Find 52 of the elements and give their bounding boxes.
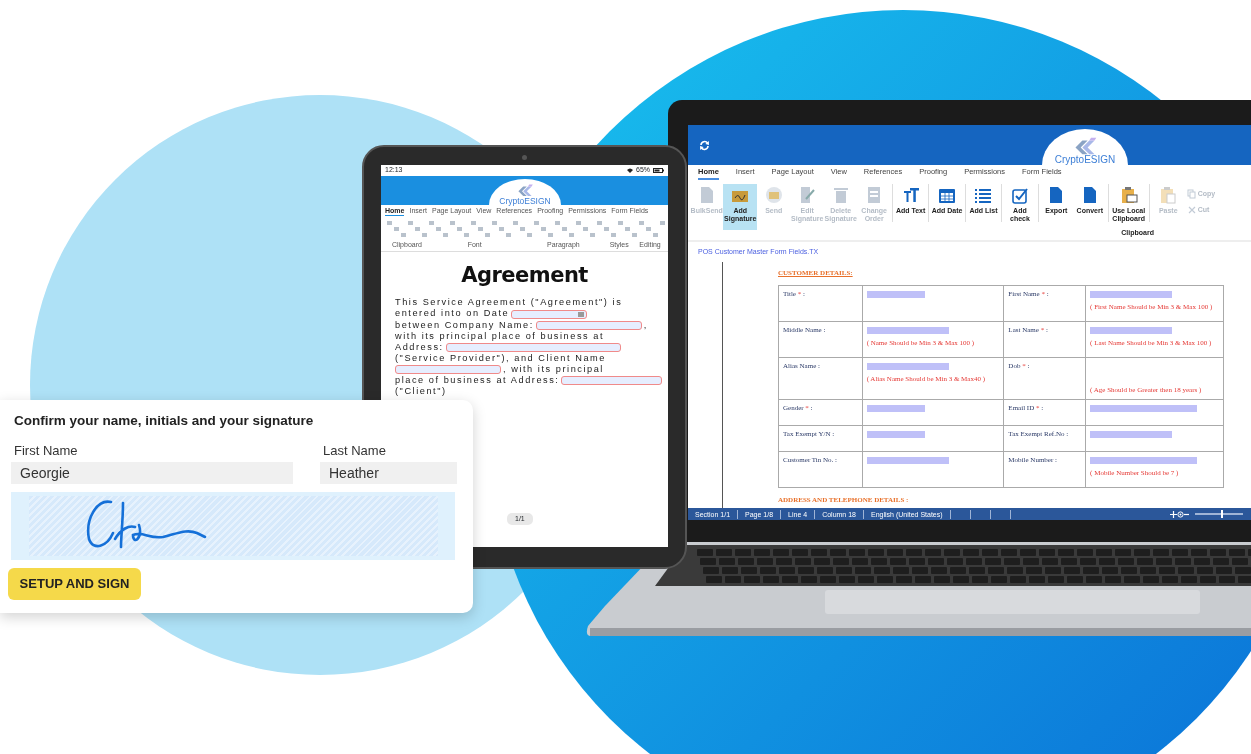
input-field[interactable] xyxy=(1090,430,1173,438)
setup-and-sign-button[interactable]: SETUP AND SIGN xyxy=(8,568,141,600)
agreement-text: with its principal place of business at xyxy=(395,330,605,342)
input-field[interactable] xyxy=(866,363,949,370)
checkbox-icon xyxy=(1009,186,1030,204)
agreement-text: Address: xyxy=(395,341,444,353)
text-field[interactable]: Georgie xyxy=(11,462,293,484)
envelope-icon xyxy=(763,186,784,204)
field-label: Last Name xyxy=(322,443,387,458)
slider-thumb[interactable] xyxy=(1221,510,1224,518)
card-title: Confirm your name, initials and your signature xyxy=(13,413,315,429)
copy-icon xyxy=(1186,189,1196,199)
agreement-text: , with its principal xyxy=(503,363,604,376)
input-field[interactable] xyxy=(1090,291,1173,298)
input-field[interactable] xyxy=(395,365,501,374)
camera-dot xyxy=(522,155,527,160)
agreement-text: entered into on Date xyxy=(395,308,510,320)
input-field[interactable] xyxy=(866,456,949,464)
document-title: Agreement xyxy=(460,261,589,289)
input-field[interactable] xyxy=(866,327,949,334)
list-icon xyxy=(973,186,994,204)
input-field[interactable] xyxy=(1090,327,1173,334)
input-field[interactable] xyxy=(866,430,925,438)
clipboard-icon xyxy=(1158,186,1179,204)
input-field[interactable] xyxy=(445,342,621,352)
agreement-text: place of business at Address: xyxy=(395,375,560,387)
agreement-text: This Service Agreement ("Agreement") is xyxy=(395,297,623,309)
scissors-icon xyxy=(1186,205,1196,215)
field-label: First Name xyxy=(13,443,79,458)
battery-icon xyxy=(653,168,664,173)
input-field[interactable] xyxy=(1090,456,1198,464)
input-field[interactable] xyxy=(866,404,925,412)
agreement-text: ("Client") xyxy=(395,386,447,398)
input-field[interactable] xyxy=(511,309,588,319)
calendar-icon xyxy=(578,311,585,317)
input-field[interactable] xyxy=(1090,404,1198,412)
signature-pad[interactable] xyxy=(11,492,455,560)
agreement-text: , xyxy=(643,319,648,331)
logo-text: CryptoESIGN xyxy=(499,196,551,205)
agreement-text: ("Service Provider"), and Client Name xyxy=(395,352,606,364)
move-icon xyxy=(1170,510,1177,518)
input-field[interactable] xyxy=(866,291,925,298)
view-icon xyxy=(1177,510,1184,518)
input-field[interactable] xyxy=(535,320,642,330)
input-field[interactable] xyxy=(561,376,662,386)
text-field[interactable]: Heather xyxy=(320,462,457,484)
calendar-icon xyxy=(937,186,958,204)
logo-icon xyxy=(516,183,534,197)
refresh-icon[interactable] xyxy=(699,139,710,151)
agreement-text: between Company Name: xyxy=(395,319,534,331)
logo-text: CryptoESIGN xyxy=(1054,155,1116,165)
wifi-icon xyxy=(627,168,633,173)
